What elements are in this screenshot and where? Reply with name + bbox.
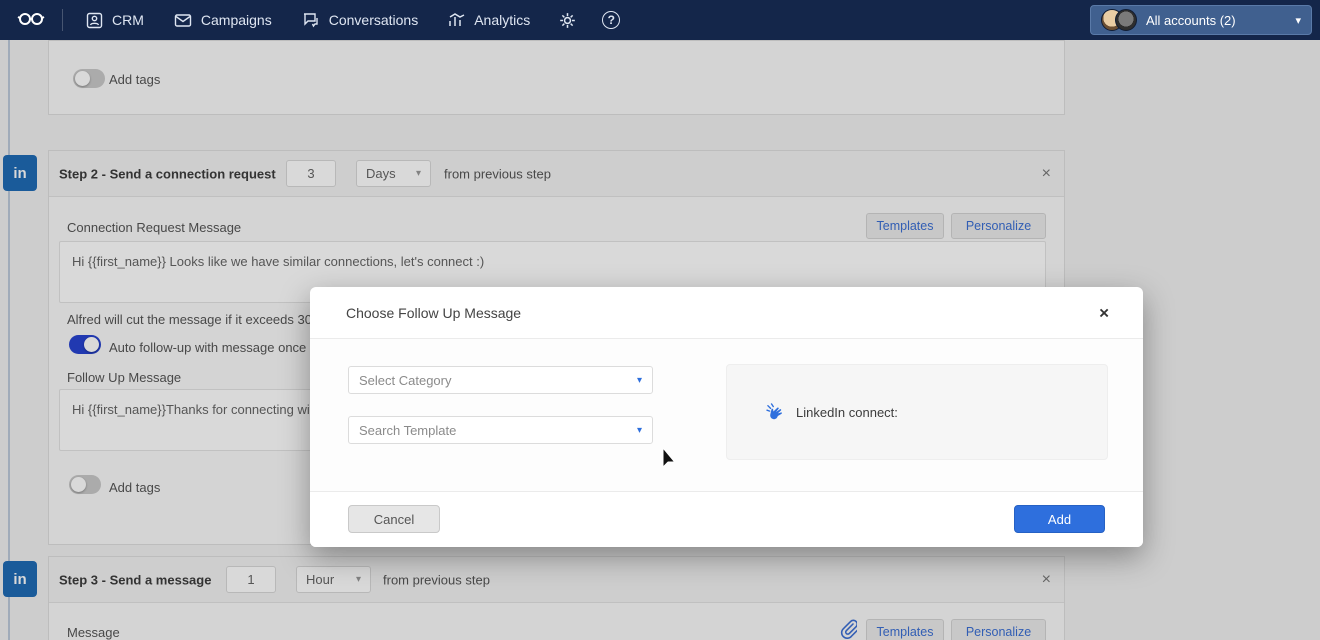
- crm-contact-icon: [86, 12, 103, 29]
- help-icon: ?: [602, 11, 620, 29]
- avatar-2: [1115, 9, 1137, 31]
- modal-title: Choose Follow Up Message: [346, 305, 521, 321]
- conversations-icon: [302, 12, 320, 28]
- help-button[interactable]: ?: [589, 0, 633, 40]
- top-nav: CRM Campaigns Conversations: [0, 0, 1320, 40]
- nav-item-label: Conversations: [329, 12, 419, 28]
- gear-icon: [558, 11, 577, 30]
- nav-item-campaigns[interactable]: Campaigns: [159, 0, 287, 40]
- campaigns-icon: [174, 13, 192, 28]
- nav-item-label: CRM: [112, 12, 144, 28]
- category-select[interactable]: Select Category ▾: [348, 366, 653, 394]
- category-select-placeholder: Select Category: [359, 373, 452, 388]
- nav-item-label: Analytics: [474, 12, 530, 28]
- cancel-button[interactable]: Cancel: [348, 505, 440, 533]
- choose-followup-modal: Choose Follow Up Message × Select Catego…: [310, 287, 1143, 547]
- alfred-goggles-logo[interactable]: [8, 10, 54, 30]
- modal-footer: Cancel Add: [310, 491, 1143, 547]
- template-select[interactable]: Search Template ▾: [348, 416, 653, 444]
- template-preview-label: LinkedIn connect:: [796, 405, 898, 420]
- template-icon: [765, 403, 787, 421]
- nav-item-analytics[interactable]: Analytics: [433, 0, 545, 40]
- nav-item-conversations[interactable]: Conversations: [287, 0, 434, 40]
- nav-item-label: Campaigns: [201, 12, 272, 28]
- chevron-down-icon: ▾: [637, 425, 642, 436]
- modal-close-icon[interactable]: ×: [1099, 304, 1109, 321]
- add-button[interactable]: Add: [1014, 505, 1105, 533]
- help-glyph: ?: [608, 13, 615, 27]
- account-avatars: [1101, 9, 1137, 31]
- chevron-down-icon: ▾: [637, 375, 642, 386]
- modal-body: Select Category ▾ Search Template ▾ Link…: [310, 339, 1143, 491]
- analytics-icon: [448, 12, 465, 28]
- template-preview-panel[interactable]: LinkedIn connect:: [726, 364, 1108, 460]
- nav-divider: [62, 9, 63, 31]
- account-switcher[interactable]: All accounts (2) ▾: [1090, 5, 1312, 35]
- app-screen: CRM Campaigns Conversations: [0, 0, 1320, 640]
- chevron-down-icon: ▾: [1295, 14, 1301, 27]
- settings-button[interactable]: [545, 0, 589, 40]
- account-switcher-label: All accounts (2): [1146, 13, 1236, 28]
- nav-item-crm[interactable]: CRM: [71, 0, 159, 40]
- logo-icon: [16, 10, 46, 30]
- modal-header: Choose Follow Up Message ×: [310, 287, 1143, 339]
- template-select-placeholder: Search Template: [359, 423, 456, 438]
